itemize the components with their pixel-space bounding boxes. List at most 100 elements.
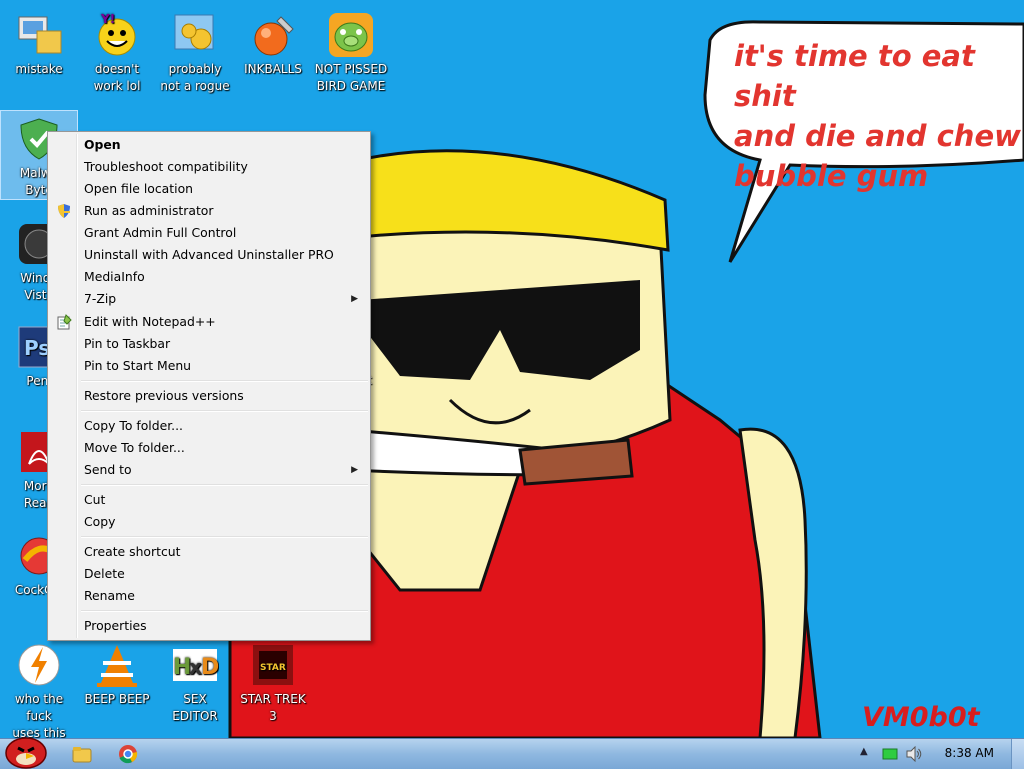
menu-item-open-file-location[interactable]: Open file location [50,178,368,200]
desktop-icon-frame: STAR STAR TREK 3 [234,636,312,726]
menu-item-open[interactable]: Open [50,134,368,156]
menu-item-label: Uninstall with Advanced Uninstaller PRO [84,247,334,262]
menu-separator [81,380,368,382]
desktop-icon[interactable]: Hx D SEX EDITOR [156,636,234,726]
menu-item-label: Create shortcut [84,544,181,559]
desktop-icon-frame: INKBALLS [234,6,312,79]
menu-item-label: Open [84,137,121,152]
menu-item-pin-to-start-menu[interactable]: Pin to Start Menu [50,355,368,377]
menu-item-label: Cut [84,492,106,507]
menu-item-label: Edit with Notepad++ [84,314,216,329]
menu-item-label: Move To folder... [84,440,185,455]
svg-text:Y!: Y! [100,12,115,26]
desktop-icon-frame: Hx D SEX EDITOR [156,636,234,726]
menu-item-label: Pin to Taskbar [84,336,171,351]
menu-item-label: Pin to Start Menu [84,358,192,373]
desktop-icon[interactable]: Y! doesn't work lol [78,6,156,96]
menu-item-send-to[interactable]: Send to ▶ [50,459,368,481]
desktop-icon[interactable]: NOT PISSED BIRD GAME [312,6,390,96]
menu-item-restore-previous-versions[interactable]: Restore previous versions [50,385,368,407]
menu-item-mediainfo[interactable]: MediaInfo [50,266,368,288]
control-panel-icon [174,14,214,50]
network-icon[interactable] [882,746,898,762]
context-menu: Open Troubleshoot compatibility Open file … [47,131,371,641]
explorer-icon[interactable] [72,744,92,764]
menu-item-label: Copy To folder... [84,418,183,433]
menu-item-label: Troubleshoot compatibility [84,159,248,174]
speech-bubble-text: it's time to eat shit and die and chew b… [734,39,1021,193]
desktop-icon-label: INKBALLS [244,62,302,76]
green-pig-icon [329,13,373,57]
vlc-icon [97,645,137,687]
taskbar-clock[interactable]: 8:38 AM [945,746,994,760]
yahoo-messenger-icon: Y! [98,12,136,56]
menu-item-7-zip[interactable]: 7-Zip ▶ [50,288,368,310]
desktop-icon-frame: NOT PISSED BIRD GAME [312,6,390,96]
menu-item-edit-with-notepad[interactable]: Edit with Notepad++ [50,311,368,333]
menu-separator [81,484,368,486]
menu-item-pin-to-taskbar[interactable]: Pin to Taskbar [50,333,368,355]
menu-separator [81,536,368,538]
menu-item-label: Run as administrator [84,203,214,218]
desktop-icon[interactable]: probably not a rogue [156,6,234,96]
menu-item-label: Grant Admin Full Control [84,225,237,240]
uac-shield-icon [58,204,70,218]
desktop-icon-label: SEX EDITOR [172,692,218,723]
star-wars-icon: STAR [253,645,293,685]
menu-item-delete[interactable]: Delete [50,563,368,585]
menu-item-label: Send to [84,462,132,477]
svg-text:STAR: STAR [260,663,286,673]
desktop-icon-frame: who the fuck uses this [0,636,78,743]
show-desktop-button[interactable] [1011,739,1024,769]
menu-item-label: Copy [84,514,116,529]
desktop-icon[interactable]: STAR STAR TREK 3 [234,636,312,726]
menu-item-grant-admin-full-control[interactable]: Grant Admin Full Control [50,222,368,244]
chrome-icon[interactable] [118,744,138,764]
desktop-icon-label: BEEP BEEP [84,692,150,706]
desktop-icon-frame: probably not a rogue [156,6,234,96]
menu-item-label: Open file location [84,181,194,196]
desktop-icon-frame: mistake [0,6,78,79]
computer-folder-icon [18,16,62,54]
menu-item-create-shortcut[interactable]: Create shortcut [50,541,368,563]
desktop-icon-label: doesn't work lol [93,62,141,93]
menu-item-uninstall-with-advanced-uninstaller-pro[interactable]: Uninstall with Advanced Uninstaller PRO [50,244,368,266]
notepad-plus-icon [57,314,72,330]
menu-item-label: Delete [84,566,125,581]
desktop-icon-label: STAR TREK 3 [240,692,306,723]
menu-item-rename[interactable]: Rename [50,585,368,607]
menu-item-troubleshoot-compatibility[interactable]: Troubleshoot compatibility [50,156,368,178]
svg-text:D: D [201,655,219,680]
taskbar: ▲ 8:38 AM [0,737,1024,769]
artist-signature: VM0b0t [862,702,980,733]
show-hidden-icons-icon[interactable]: ▲ [860,746,868,757]
desktop-icon-label: probably not a rogue [160,62,230,93]
desktop-icon-label: mistake [15,62,63,76]
volume-icon[interactable] [905,746,923,762]
menu-item-label: 7-Zip [84,291,117,306]
menu-item-copy[interactable]: Copy [50,511,368,533]
menu-item-copy-to-folder[interactable]: Copy To folder... [50,415,368,437]
menu-item-label: MediaInfo [84,269,145,284]
menu-item-label: Properties [84,618,147,633]
menu-item-label: Rename [84,588,135,603]
desktop-icon[interactable]: mistake [0,6,78,79]
menu-separator [81,610,368,612]
angry-bird-start-icon[interactable] [4,731,48,769]
submenu-arrow-icon: ▶ [351,294,358,304]
desktop-icon[interactable]: INKBALLS [234,6,312,79]
menu-separator [81,410,368,412]
menu-item-move-to-folder[interactable]: Move To folder... [50,437,368,459]
desktop-icon-label: NOT PISSED BIRD GAME [314,62,388,93]
desktop-icon[interactable]: BEEP BEEP [78,636,156,709]
desktop-icon-frame: Y! doesn't work lol [78,6,156,96]
menu-item-label: Restore previous versions [84,388,244,403]
menu-item-cut[interactable]: Cut [50,489,368,511]
menu-item-run-as-administrator[interactable]: Run as administrator [50,200,368,222]
desktop-icon[interactable]: who the fuck uses this [0,636,78,743]
hxd-icon: Hx D [173,649,219,681]
menu-item-properties[interactable]: Properties [50,615,368,637]
submenu-arrow-icon: ▶ [351,465,358,475]
desktop-icon-frame: BEEP BEEP [78,636,156,709]
inkball-icon [254,16,294,56]
